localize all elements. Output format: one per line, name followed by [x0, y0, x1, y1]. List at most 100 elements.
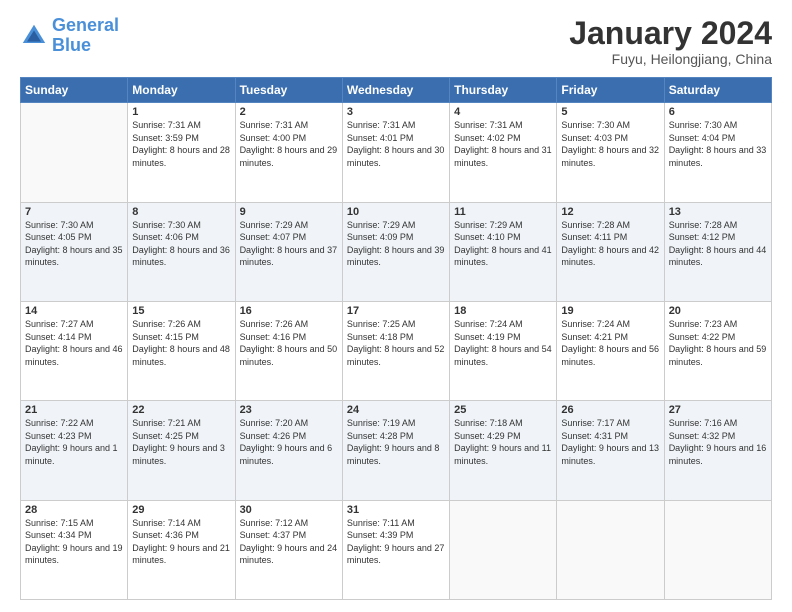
day-info: Sunrise: 7:30 AMSunset: 4:06 PMDaylight:… [132, 219, 230, 269]
day-info: Sunrise: 7:19 AMSunset: 4:28 PMDaylight:… [347, 417, 445, 467]
day-number: 29 [132, 504, 230, 516]
logo-text: General Blue [52, 16, 119, 56]
table-row: 7Sunrise: 7:30 AMSunset: 4:05 PMDaylight… [21, 202, 128, 301]
table-row: 12Sunrise: 7:28 AMSunset: 4:11 PMDayligh… [557, 202, 664, 301]
table-row: 19Sunrise: 7:24 AMSunset: 4:21 PMDayligh… [557, 301, 664, 400]
table-row: 18Sunrise: 7:24 AMSunset: 4:19 PMDayligh… [450, 301, 557, 400]
logo-blue: Blue [52, 35, 91, 55]
day-number: 15 [132, 305, 230, 317]
calendar-week-row: 7Sunrise: 7:30 AMSunset: 4:05 PMDaylight… [21, 202, 772, 301]
day-number: 23 [240, 404, 338, 416]
day-info: Sunrise: 7:31 AMSunset: 4:02 PMDaylight:… [454, 119, 552, 169]
day-info: Sunrise: 7:18 AMSunset: 4:29 PMDaylight:… [454, 417, 552, 467]
day-number: 22 [132, 404, 230, 416]
month-title: January 2024 [569, 16, 772, 51]
day-number: 21 [25, 404, 123, 416]
table-row: 24Sunrise: 7:19 AMSunset: 4:28 PMDayligh… [342, 401, 449, 500]
day-number: 18 [454, 305, 552, 317]
col-saturday: Saturday [664, 78, 771, 103]
table-row: 5Sunrise: 7:30 AMSunset: 4:03 PMDaylight… [557, 103, 664, 202]
day-number: 17 [347, 305, 445, 317]
day-number: 4 [454, 106, 552, 118]
day-number: 10 [347, 206, 445, 218]
day-number: 5 [561, 106, 659, 118]
day-info: Sunrise: 7:31 AMSunset: 3:59 PMDaylight:… [132, 119, 230, 169]
day-info: Sunrise: 7:24 AMSunset: 4:19 PMDaylight:… [454, 318, 552, 368]
table-row [21, 103, 128, 202]
day-number: 12 [561, 206, 659, 218]
day-info: Sunrise: 7:31 AMSunset: 4:01 PMDaylight:… [347, 119, 445, 169]
calendar-table: Sunday Monday Tuesday Wednesday Thursday… [20, 77, 772, 600]
day-info: Sunrise: 7:30 AMSunset: 4:04 PMDaylight:… [669, 119, 767, 169]
title-block: January 2024 Fuyu, Heilongjiang, China [569, 16, 772, 67]
logo-icon [20, 22, 48, 50]
day-info: Sunrise: 7:30 AMSunset: 4:05 PMDaylight:… [25, 219, 123, 269]
table-row: 13Sunrise: 7:28 AMSunset: 4:12 PMDayligh… [664, 202, 771, 301]
table-row [664, 500, 771, 599]
table-row: 4Sunrise: 7:31 AMSunset: 4:02 PMDaylight… [450, 103, 557, 202]
logo-general: General [52, 15, 119, 35]
table-row: 21Sunrise: 7:22 AMSunset: 4:23 PMDayligh… [21, 401, 128, 500]
day-info: Sunrise: 7:12 AMSunset: 4:37 PMDaylight:… [240, 517, 338, 567]
table-row: 22Sunrise: 7:21 AMSunset: 4:25 PMDayligh… [128, 401, 235, 500]
day-number: 13 [669, 206, 767, 218]
day-number: 28 [25, 504, 123, 516]
day-info: Sunrise: 7:27 AMSunset: 4:14 PMDaylight:… [25, 318, 123, 368]
day-info: Sunrise: 7:16 AMSunset: 4:32 PMDaylight:… [669, 417, 767, 467]
col-wednesday: Wednesday [342, 78, 449, 103]
day-info: Sunrise: 7:22 AMSunset: 4:23 PMDaylight:… [25, 417, 123, 467]
table-row: 6Sunrise: 7:30 AMSunset: 4:04 PMDaylight… [664, 103, 771, 202]
table-row: 2Sunrise: 7:31 AMSunset: 4:00 PMDaylight… [235, 103, 342, 202]
day-info: Sunrise: 7:28 AMSunset: 4:11 PMDaylight:… [561, 219, 659, 269]
table-row: 15Sunrise: 7:26 AMSunset: 4:15 PMDayligh… [128, 301, 235, 400]
day-info: Sunrise: 7:21 AMSunset: 4:25 PMDaylight:… [132, 417, 230, 467]
col-thursday: Thursday [450, 78, 557, 103]
day-number: 2 [240, 106, 338, 118]
table-row [557, 500, 664, 599]
col-sunday: Sunday [21, 78, 128, 103]
day-number: 31 [347, 504, 445, 516]
day-number: 8 [132, 206, 230, 218]
day-info: Sunrise: 7:17 AMSunset: 4:31 PMDaylight:… [561, 417, 659, 467]
page: General Blue January 2024 Fuyu, Heilongj… [0, 0, 792, 612]
day-info: Sunrise: 7:24 AMSunset: 4:21 PMDaylight:… [561, 318, 659, 368]
day-number: 1 [132, 106, 230, 118]
table-row [450, 500, 557, 599]
logo: General Blue [20, 16, 119, 56]
table-row: 20Sunrise: 7:23 AMSunset: 4:22 PMDayligh… [664, 301, 771, 400]
table-row: 30Sunrise: 7:12 AMSunset: 4:37 PMDayligh… [235, 500, 342, 599]
col-monday: Monday [128, 78, 235, 103]
day-number: 30 [240, 504, 338, 516]
day-info: Sunrise: 7:20 AMSunset: 4:26 PMDaylight:… [240, 417, 338, 467]
table-row: 10Sunrise: 7:29 AMSunset: 4:09 PMDayligh… [342, 202, 449, 301]
table-row: 25Sunrise: 7:18 AMSunset: 4:29 PMDayligh… [450, 401, 557, 500]
day-info: Sunrise: 7:29 AMSunset: 4:10 PMDaylight:… [454, 219, 552, 269]
table-row: 14Sunrise: 7:27 AMSunset: 4:14 PMDayligh… [21, 301, 128, 400]
col-friday: Friday [557, 78, 664, 103]
table-row: 31Sunrise: 7:11 AMSunset: 4:39 PMDayligh… [342, 500, 449, 599]
day-number: 3 [347, 106, 445, 118]
table-row: 1Sunrise: 7:31 AMSunset: 3:59 PMDaylight… [128, 103, 235, 202]
day-number: 20 [669, 305, 767, 317]
table-row: 11Sunrise: 7:29 AMSunset: 4:10 PMDayligh… [450, 202, 557, 301]
calendar-week-row: 21Sunrise: 7:22 AMSunset: 4:23 PMDayligh… [21, 401, 772, 500]
header: General Blue January 2024 Fuyu, Heilongj… [20, 16, 772, 67]
table-row: 27Sunrise: 7:16 AMSunset: 4:32 PMDayligh… [664, 401, 771, 500]
day-number: 6 [669, 106, 767, 118]
day-info: Sunrise: 7:14 AMSunset: 4:36 PMDaylight:… [132, 517, 230, 567]
calendar-week-row: 14Sunrise: 7:27 AMSunset: 4:14 PMDayligh… [21, 301, 772, 400]
day-info: Sunrise: 7:29 AMSunset: 4:07 PMDaylight:… [240, 219, 338, 269]
day-number: 11 [454, 206, 552, 218]
calendar-header-row: Sunday Monday Tuesday Wednesday Thursday… [21, 78, 772, 103]
day-number: 9 [240, 206, 338, 218]
day-info: Sunrise: 7:26 AMSunset: 4:15 PMDaylight:… [132, 318, 230, 368]
location: Fuyu, Heilongjiang, China [569, 51, 772, 67]
day-number: 26 [561, 404, 659, 416]
calendar-week-row: 28Sunrise: 7:15 AMSunset: 4:34 PMDayligh… [21, 500, 772, 599]
col-tuesday: Tuesday [235, 78, 342, 103]
day-info: Sunrise: 7:29 AMSunset: 4:09 PMDaylight:… [347, 219, 445, 269]
day-number: 24 [347, 404, 445, 416]
table-row: 29Sunrise: 7:14 AMSunset: 4:36 PMDayligh… [128, 500, 235, 599]
table-row: 17Sunrise: 7:25 AMSunset: 4:18 PMDayligh… [342, 301, 449, 400]
table-row: 16Sunrise: 7:26 AMSunset: 4:16 PMDayligh… [235, 301, 342, 400]
